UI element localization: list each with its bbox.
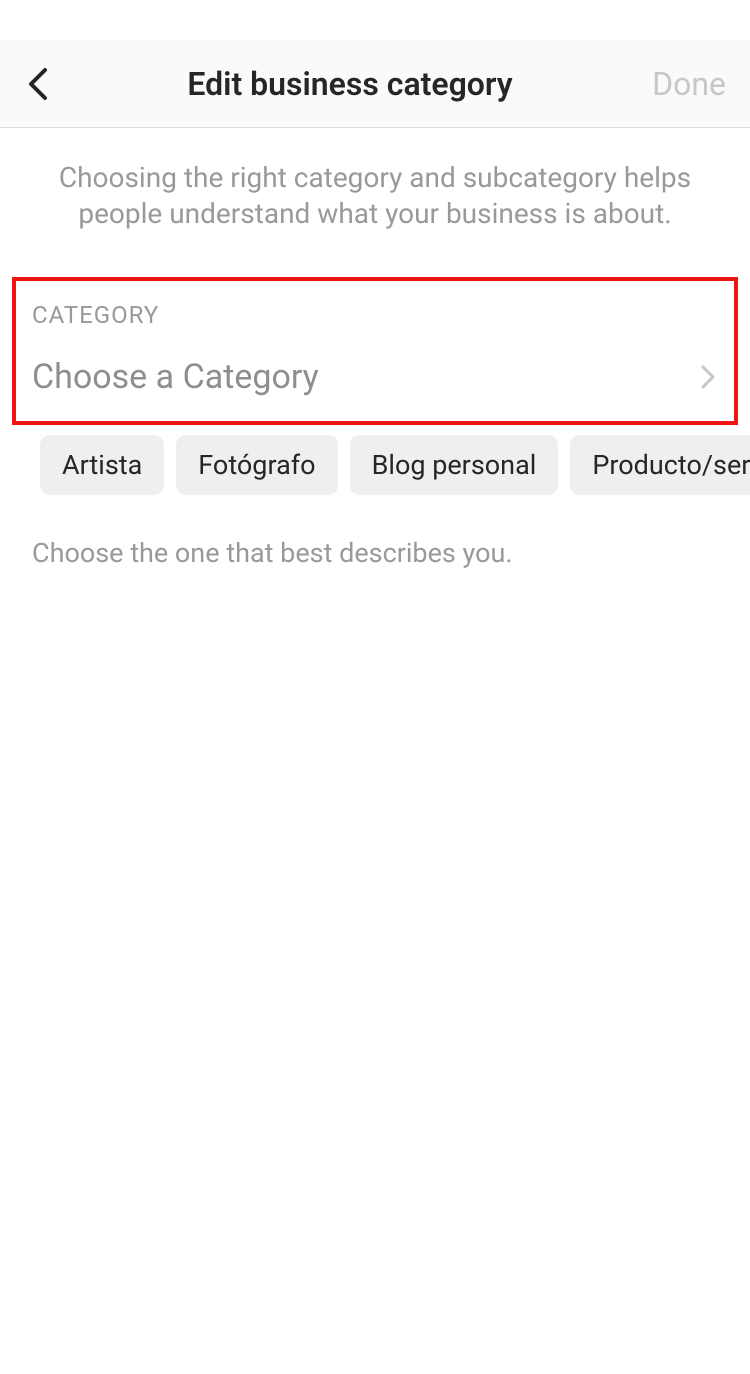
done-button[interactable]: Done [636,65,726,103]
category-chip-artista[interactable]: Artista [40,435,164,495]
chevron-left-icon [24,66,50,102]
hint-text: Choose the one that best describes you. [0,495,750,569]
category-chip-blog-personal[interactable]: Blog personal [350,435,559,495]
back-button[interactable] [24,66,64,102]
choose-category-row[interactable]: Choose a Category [32,353,718,397]
category-chips: Artista Fotógrafo Blog personal Producto… [0,425,750,495]
chevron-right-icon [698,363,718,391]
category-chip-producto-servicio[interactable]: Producto/serv [570,435,750,495]
category-chip-fotografo[interactable]: Fotógrafo [176,435,337,495]
page-description: Choosing the right category and subcateg… [0,128,750,277]
header-bar: Edit business category Done [0,40,750,128]
page-title: Edit business category [64,65,636,103]
category-section-label: CATEGORY [32,301,718,329]
category-section-highlight: CATEGORY Choose a Category [12,277,738,425]
category-placeholder: Choose a Category [32,357,319,397]
